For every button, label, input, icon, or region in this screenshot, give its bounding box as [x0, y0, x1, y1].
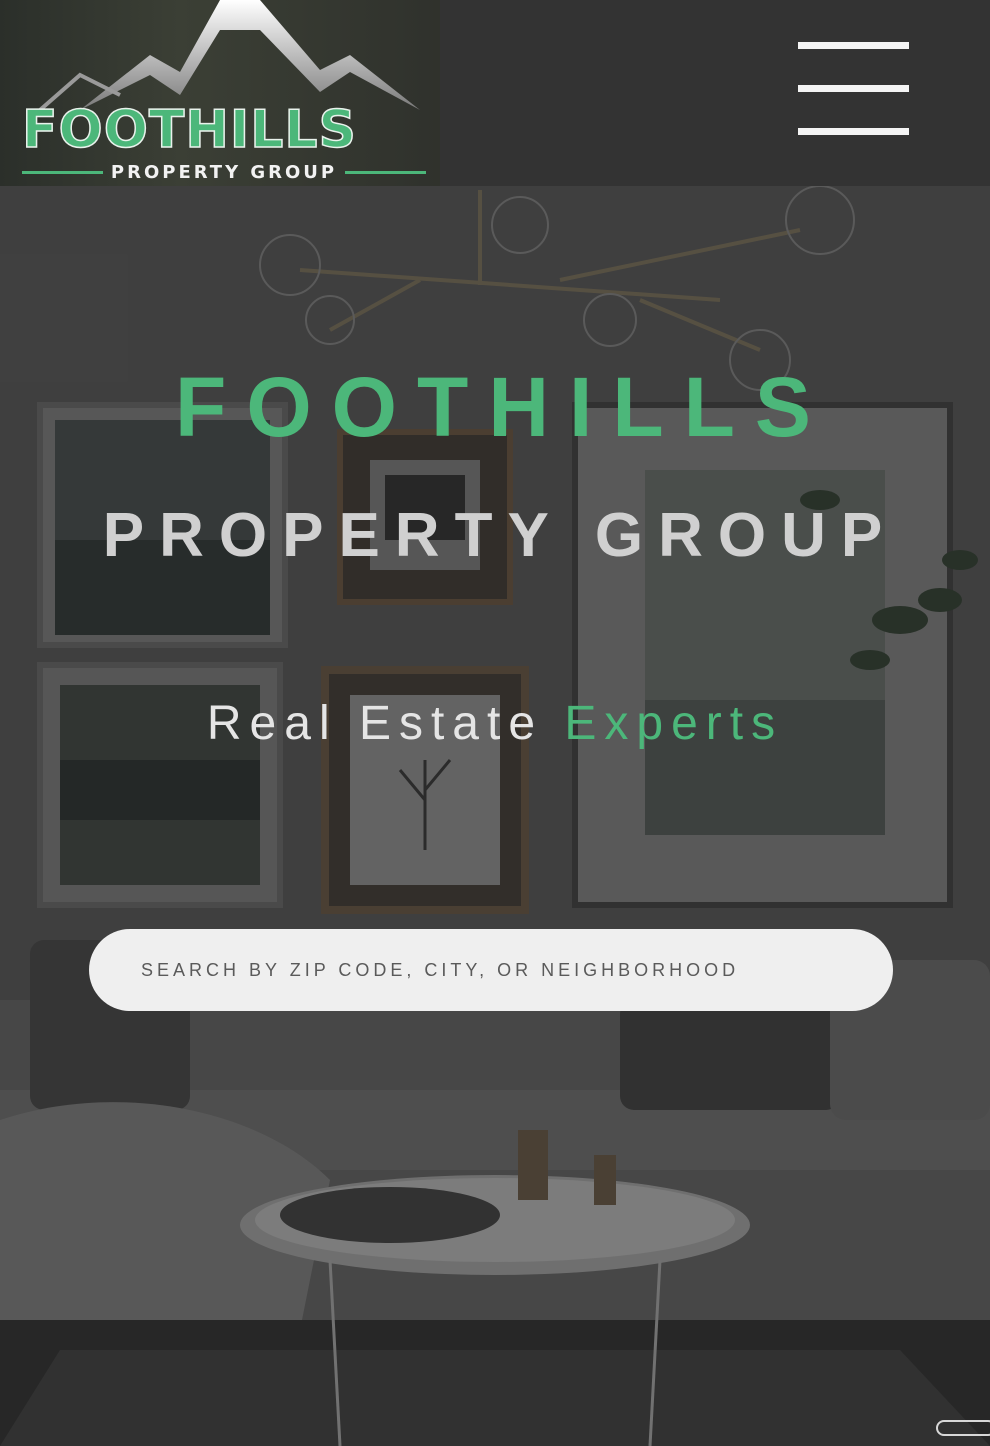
hamburger-icon-bar-top — [798, 42, 909, 49]
logo-divider-right — [345, 170, 426, 174]
logo-subtext: PROPERTY GROUP — [110, 161, 338, 183]
hero-title: FOOTHILLS — [175, 360, 831, 454]
hamburger-icon-bar-bottom — [798, 128, 909, 135]
logo-divider-left — [22, 170, 103, 174]
logo-subtext-row: PROPERTY GROUP — [22, 160, 426, 184]
hero-tagline-part1: Real Estate — [206, 697, 544, 750]
logo-wordmark: FOOTHILLS — [21, 100, 357, 160]
scroll-indicator[interactable] — [936, 1420, 990, 1436]
site-header: FOOTHILLS PROPERTY GROUP — [0, 0, 990, 186]
hero-tagline-part2: Experts — [564, 697, 784, 750]
search-bar[interactable] — [89, 929, 893, 1011]
search-input[interactable] — [141, 929, 861, 1011]
hamburger-menu-button[interactable] — [790, 36, 918, 144]
hero-tagline: Real Estate Experts — [0, 700, 990, 748]
hamburger-icon-bar-middle — [798, 85, 909, 92]
site-logo[interactable]: FOOTHILLS PROPERTY GROUP — [0, 0, 440, 186]
hero-subtitle: PROPERTY GROUP — [102, 501, 898, 570]
